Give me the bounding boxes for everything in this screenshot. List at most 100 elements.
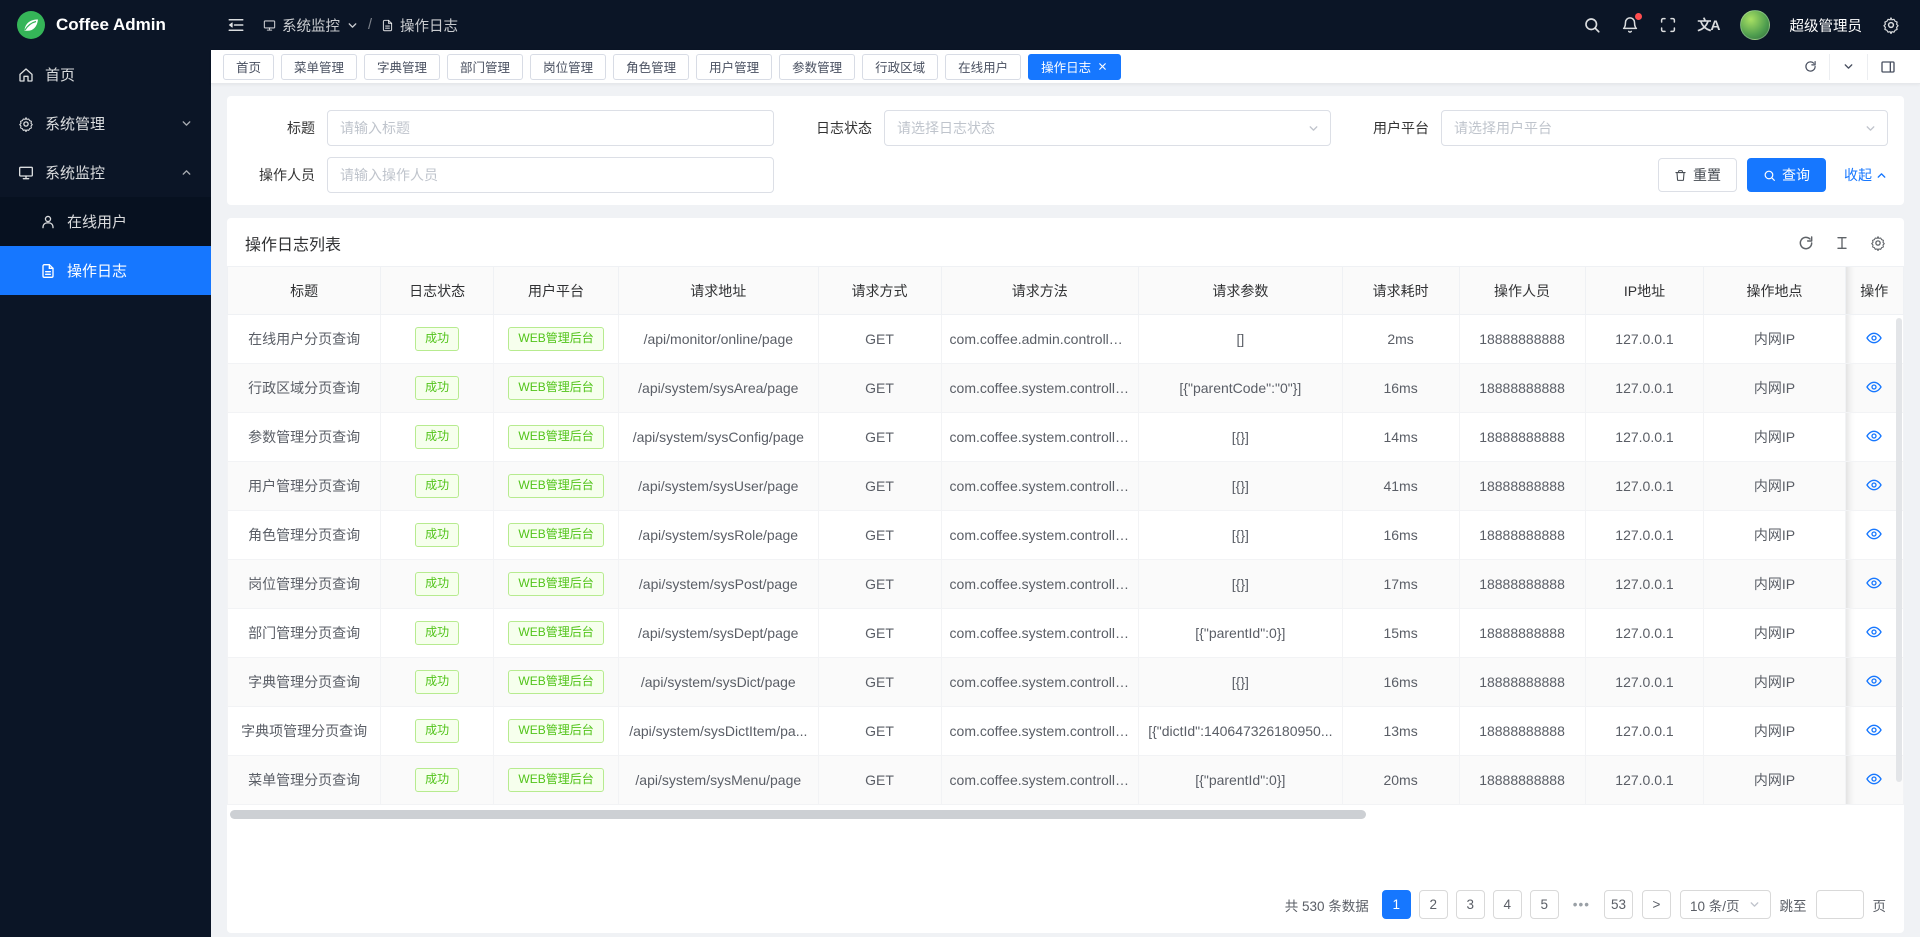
horizontal-scrollbar-thumb[interactable] xyxy=(230,810,1366,819)
tab-item[interactable]: 角色管理 xyxy=(613,54,689,80)
view-button[interactable] xyxy=(1866,624,1882,640)
top-header: 系统监控 / 操作日志 文A 超级管理员 xyxy=(211,0,1920,50)
vertical-scrollbar[interactable] xyxy=(1896,318,1902,801)
refresh-table-icon[interactable] xyxy=(1798,235,1814,251)
breadcrumb-system-monitor[interactable]: 系统监控 xyxy=(263,15,359,36)
view-button[interactable] xyxy=(1866,771,1882,787)
page-button[interactable]: 3 xyxy=(1456,890,1485,919)
jump-page-input[interactable] xyxy=(1816,890,1864,919)
settings-gear-icon[interactable] xyxy=(1882,16,1900,34)
cell-request-handler: com.coffee.system.controlle... xyxy=(941,707,1139,756)
avatar[interactable] xyxy=(1740,10,1770,40)
column-settings-icon[interactable] xyxy=(1870,235,1886,251)
eye-icon xyxy=(1866,428,1882,444)
platform-badge: WEB管理后台 xyxy=(494,413,619,462)
column-header: IP地址 xyxy=(1585,267,1704,315)
search-icon[interactable] xyxy=(1583,16,1601,34)
cell-request-method: GET xyxy=(818,756,941,805)
title-input[interactable] xyxy=(327,110,774,146)
translate-icon[interactable]: 文A xyxy=(1697,15,1719,35)
view-button[interactable] xyxy=(1866,575,1882,591)
cell-request-method: GET xyxy=(818,658,941,707)
page-button[interactable]: 1 xyxy=(1382,890,1411,919)
cell-request-url: /api/system/sysDictItem/pa... xyxy=(619,707,819,756)
status-badge: 成功 xyxy=(381,707,494,756)
reset-button[interactable]: 重置 xyxy=(1658,158,1737,192)
view-button[interactable] xyxy=(1866,379,1882,395)
tab-label: 字典管理 xyxy=(377,57,427,76)
tab-item[interactable]: 行政区域 xyxy=(862,54,938,80)
tab-label: 参数管理 xyxy=(792,57,842,76)
view-button[interactable] xyxy=(1866,428,1882,444)
app-logo-icon xyxy=(16,10,46,40)
table-row: 行政区域分页查询成功WEB管理后台/api/system/sysArea/pag… xyxy=(228,364,1904,413)
column-header: 用户平台 xyxy=(494,267,619,315)
cell-operator: 18888888888 xyxy=(1459,756,1585,805)
view-button[interactable] xyxy=(1866,673,1882,689)
view-button[interactable] xyxy=(1866,526,1882,542)
cell-ip-address: 127.0.0.1 xyxy=(1585,658,1704,707)
collapse-link[interactable]: 收起 xyxy=(1844,165,1888,185)
tab-item[interactable]: 字典管理 xyxy=(364,54,440,80)
notification-bell-icon[interactable] xyxy=(1621,16,1639,34)
sidebar-item-home[interactable]: 首页 xyxy=(0,50,211,99)
cell-request-duration: 17ms xyxy=(1342,560,1459,609)
column-header: 请求参数 xyxy=(1139,267,1343,315)
tab-item[interactable]: 首页 xyxy=(223,54,274,80)
tab-item[interactable]: 参数管理 xyxy=(779,54,855,80)
tab-item[interactable]: 岗位管理 xyxy=(530,54,606,80)
cell-location: 内网IP xyxy=(1704,609,1845,658)
page-size-select[interactable]: 10 条/页 xyxy=(1680,890,1771,919)
cell-title: 在线用户分页查询 xyxy=(228,315,381,364)
horizontal-scrollbar[interactable] xyxy=(230,810,1901,819)
menu-fold-icon[interactable] xyxy=(227,16,245,34)
fullscreen-icon[interactable] xyxy=(1659,16,1677,34)
tab-close-icon[interactable] xyxy=(1097,61,1108,72)
refresh-tab-icon[interactable] xyxy=(1792,54,1829,80)
cell-ip-address: 127.0.0.1 xyxy=(1585,462,1704,511)
cell-request-duration: 41ms xyxy=(1342,462,1459,511)
cell-actions xyxy=(1845,413,1903,462)
title-label: 标题 xyxy=(243,118,327,138)
sidebar-item-online-users[interactable]: 在线用户 xyxy=(0,197,211,246)
sidebar-item-operation-log[interactable]: 操作日志 xyxy=(0,246,211,295)
sidebar-item-system-monitor[interactable]: 系统监控 xyxy=(0,148,211,197)
page-button[interactable]: 53 xyxy=(1604,890,1633,919)
filter-panel: 标题 日志状态 请选择日志状态 用户平台 请选择用户平台 xyxy=(227,96,1904,205)
page-button[interactable]: 2 xyxy=(1419,890,1448,919)
next-page-button[interactable]: > xyxy=(1642,890,1671,919)
density-icon[interactable] xyxy=(1834,235,1850,251)
search-button[interactable]: 查询 xyxy=(1747,158,1826,192)
tab-item[interactable]: 在线用户 xyxy=(945,54,1021,80)
tab-item[interactable]: 部门管理 xyxy=(447,54,523,80)
sidebar-item-system-management[interactable]: 系统管理 xyxy=(0,99,211,148)
user-icon xyxy=(40,214,56,230)
cell-request-duration: 14ms xyxy=(1342,413,1459,462)
cell-request-params: [{}] xyxy=(1139,462,1343,511)
user-name[interactable]: 超级管理员 xyxy=(1790,15,1863,36)
list-title: 操作日志列表 xyxy=(245,231,341,255)
breadcrumb-label: 操作日志 xyxy=(400,15,458,36)
cell-title: 字典管理分页查询 xyxy=(228,658,381,707)
tab-item[interactable]: 菜单管理 xyxy=(281,54,357,80)
tab-item[interactable]: 用户管理 xyxy=(696,54,772,80)
cell-location: 内网IP xyxy=(1704,462,1845,511)
monitor-icon xyxy=(18,165,34,181)
cell-request-url: /api/system/sysRole/page xyxy=(619,511,819,560)
view-button[interactable] xyxy=(1866,330,1882,346)
operator-input[interactable] xyxy=(327,157,774,193)
log-status-select[interactable]: 请选择日志状态 xyxy=(884,110,1331,146)
view-button[interactable] xyxy=(1866,477,1882,493)
view-button[interactable] xyxy=(1866,722,1882,738)
open-tabs: 首页菜单管理 字典管理 部门管理岗位管理角色管理用户管理 参数管理 行政区域在线用户操作… xyxy=(223,54,1792,80)
tab-item[interactable]: 操作日志 xyxy=(1028,54,1121,80)
cell-request-method: GET xyxy=(818,413,941,462)
platform-badge: WEB管理后台 xyxy=(494,560,619,609)
tab-actions-chevron-icon[interactable] xyxy=(1829,54,1867,80)
page-button[interactable]: 4 xyxy=(1493,890,1522,919)
page-button[interactable]: 5 xyxy=(1530,890,1559,919)
user-platform-select[interactable]: 请选择用户平台 xyxy=(1441,110,1888,146)
layout-panel-icon[interactable] xyxy=(1867,54,1908,80)
cell-request-duration: 20ms xyxy=(1342,756,1459,805)
user-platform-placeholder: 请选择用户平台 xyxy=(1454,118,1864,138)
